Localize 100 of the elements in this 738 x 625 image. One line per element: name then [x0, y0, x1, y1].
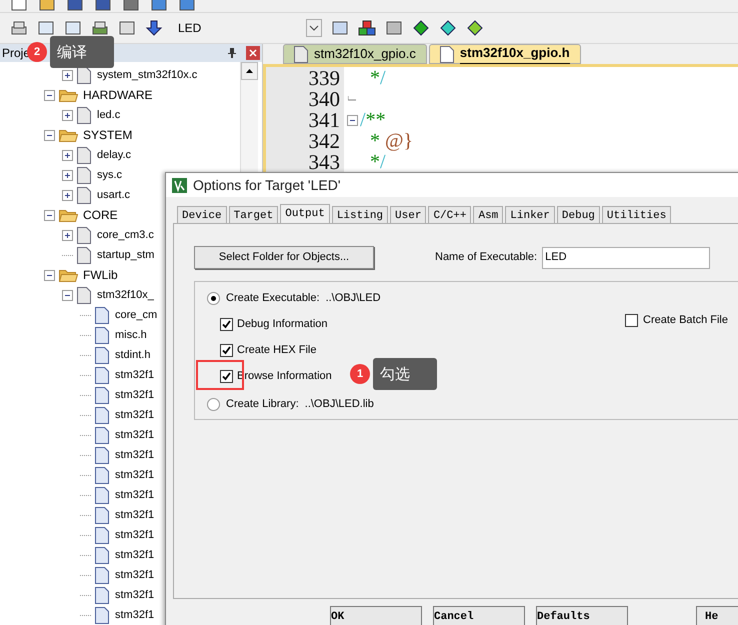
- expand-icon[interactable]: [62, 170, 73, 180]
- tree-item[interactable]: core_cm: [115, 306, 158, 324]
- file-icon: [77, 186, 91, 204]
- collapse-icon[interactable]: [44, 130, 55, 140]
- dialog-tab[interactable]: User: [390, 206, 426, 223]
- dialog-tab[interactable]: Asm: [473, 206, 504, 223]
- dialog-tab[interactable]: Output: [280, 204, 330, 223]
- tree-item[interactable]: delay.c: [97, 146, 132, 164]
- blocks-icon[interactable]: [358, 20, 376, 36]
- tree-item[interactable]: startup_stm: [97, 246, 154, 264]
- dialog-button[interactable]: Defaults: [536, 606, 628, 625]
- tree-item[interactable]: system_stm32f10x.c: [97, 66, 198, 84]
- tree-item[interactable]: stm32f10x_: [97, 286, 154, 304]
- file-icon: [95, 586, 109, 604]
- dialog-tab[interactable]: C/C++: [428, 206, 472, 223]
- expand-icon[interactable]: [62, 110, 73, 120]
- tree-item[interactable]: stm32f1: [115, 466, 154, 484]
- radio-button[interactable]: [207, 292, 220, 304]
- checkbox[interactable]: [625, 314, 638, 327]
- editor-tab[interactable]: stm32f10x_gpio.h: [428, 44, 581, 64]
- tree-item[interactable]: stm32f1: [115, 526, 154, 544]
- scroll-up-icon[interactable]: [246, 69, 253, 73]
- checkbox[interactable]: [220, 370, 233, 382]
- tree-item[interactable]: stm32f1: [115, 586, 154, 604]
- file-icon: [95, 566, 109, 584]
- tree-item[interactable]: stdint.h: [115, 346, 150, 364]
- diamond-icon[interactable]: [412, 20, 430, 36]
- app-logo-icon: [172, 178, 187, 192]
- tree-item[interactable]: FWLib: [83, 266, 118, 284]
- executable-name-field[interactable]: LED: [542, 246, 710, 268]
- file-icon: [95, 326, 109, 344]
- square-icon[interactable]: [385, 20, 403, 36]
- select-folder-button[interactable]: Select Folder for Objects...: [194, 246, 374, 269]
- code-line: */: [369, 152, 386, 173]
- dialog-tab[interactable]: Listing: [332, 206, 388, 223]
- file-icon: [294, 46, 308, 62]
- pin-icon[interactable]: [228, 48, 236, 58]
- tree-item[interactable]: led.c: [97, 106, 120, 124]
- dialog-tab[interactable]: Target: [228, 206, 278, 223]
- close-icon[interactable]: [246, 46, 260, 60]
- diamond-icon[interactable]: [466, 20, 484, 36]
- tree-item[interactable]: CORE: [83, 206, 118, 224]
- dialog-tab[interactable]: Debug: [556, 206, 600, 223]
- square-icon[interactable]: [331, 20, 349, 36]
- file-icon: [95, 306, 109, 324]
- code-line: */: [369, 68, 386, 89]
- tree-item[interactable]: stm32f1: [115, 426, 154, 444]
- tree-item[interactable]: stm32f1: [115, 446, 154, 464]
- checkbox[interactable]: [220, 344, 233, 356]
- collapse-icon[interactable]: [62, 290, 73, 300]
- option-label: Create Batch File: [643, 313, 728, 328]
- line-number: 339: [308, 68, 341, 89]
- tree-item[interactable]: stm32f1: [115, 386, 154, 404]
- dialog-button[interactable]: OK: [330, 606, 422, 625]
- radio-button[interactable]: [207, 398, 220, 410]
- tree-item[interactable]: core_cm3.c: [97, 226, 154, 244]
- square-icon[interactable]: [64, 20, 82, 36]
- dialog-button[interactable]: Cancel: [433, 606, 525, 625]
- collapse-icon[interactable]: [44, 210, 55, 220]
- tree-item[interactable]: stm32f1: [115, 366, 154, 384]
- square-icon[interactable]: [118, 20, 136, 36]
- output-path: ..\OBJ\LED.lib: [304, 396, 374, 412]
- line-number: 341: [308, 110, 341, 131]
- tree-item[interactable]: stm32f1: [115, 486, 154, 504]
- file-icon: [77, 66, 91, 84]
- output-path: ..\OBJ\LED: [326, 290, 381, 306]
- dialog-tab[interactable]: Linker: [505, 206, 555, 223]
- tree-item[interactable]: stm32f1: [115, 546, 154, 564]
- dialog-tab[interactable]: Utilities: [602, 206, 672, 223]
- editor-tab[interactable]: stm32f10x_gpio.c: [283, 44, 427, 64]
- file-icon: [95, 346, 109, 364]
- tree-item[interactable]: stm32f1: [115, 606, 154, 624]
- option-label: Create Executable:: [226, 290, 320, 306]
- stack-icon[interactable]: [10, 20, 28, 36]
- tree-item[interactable]: SYSTEM: [83, 126, 132, 144]
- field-label: Name of Executable:: [435, 250, 538, 266]
- dialog-tab[interactable]: Device: [177, 206, 227, 223]
- tree-item[interactable]: usart.c: [97, 186, 130, 204]
- tree-item[interactable]: stm32f1: [115, 406, 154, 424]
- diamond-icon[interactable]: [439, 20, 457, 36]
- checkbox[interactable]: [220, 318, 233, 330]
- tree-item[interactable]: misc.h: [115, 326, 147, 344]
- collapse-icon[interactable]: [346, 115, 358, 126]
- collapse-icon[interactable]: [44, 270, 55, 280]
- callout-label: 勾选: [373, 358, 437, 390]
- expand-icon[interactable]: [62, 150, 73, 160]
- dialog-button[interactable]: He: [696, 606, 738, 625]
- stack-icon[interactable]: [91, 20, 109, 36]
- file-icon: [95, 446, 109, 464]
- expand-icon[interactable]: [62, 230, 73, 240]
- collapse-icon[interactable]: [44, 90, 55, 100]
- expand-icon[interactable]: [62, 190, 73, 200]
- arrow-down-icon[interactable]: [145, 20, 163, 36]
- tree-item[interactable]: HARDWARE: [83, 86, 153, 104]
- tree-item[interactable]: sys.c: [97, 166, 122, 184]
- tree-item[interactable]: stm32f1: [115, 506, 154, 524]
- tree-item[interactable]: stm32f1: [115, 566, 154, 584]
- fold-end-icon: [348, 96, 356, 104]
- expand-icon[interactable]: [62, 70, 73, 80]
- square-icon[interactable]: [37, 20, 55, 36]
